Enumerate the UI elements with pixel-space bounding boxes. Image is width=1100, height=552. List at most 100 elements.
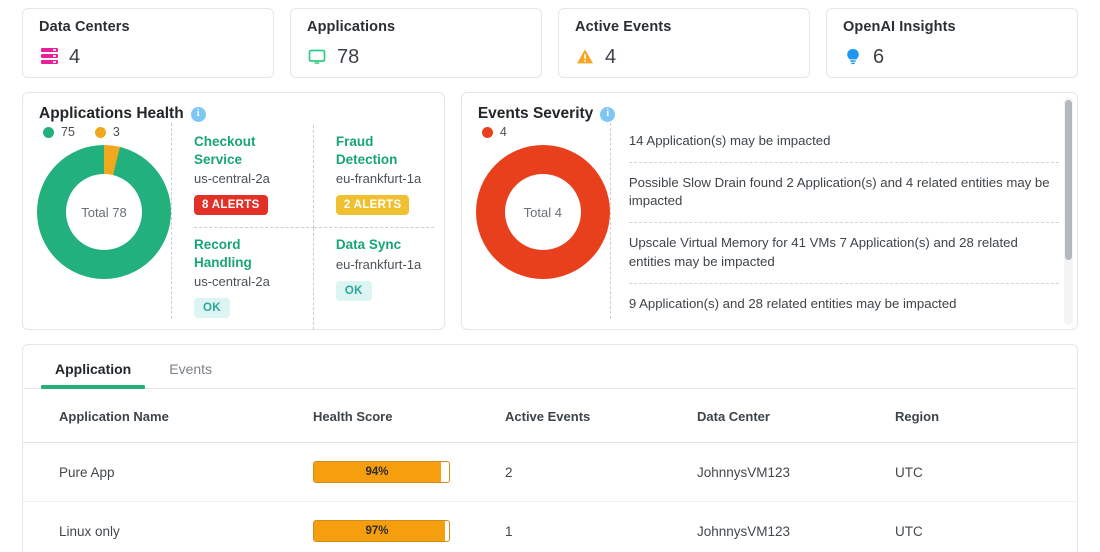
kpi-value-row: 6 [843,47,1061,67]
panel-header: Applications Health i [23,93,444,123]
kpi-card-active-events[interactable]: Active Events 4 [558,8,810,78]
events-severity-donut-col: 4 Total 4 [462,123,611,319]
application-name: Checkout Service [194,134,256,167]
cell-active-events: 2 [505,442,697,502]
kpi-value: 6 [873,45,885,68]
application-table-panel: Application Events Application Name Heal… [22,344,1078,552]
scrollbar-thumb[interactable] [1065,100,1072,260]
application-name: Data Sync [335,237,402,253]
events-severity-panel: Events Severity i 4 Total 4 14 Applicati… [460,92,1078,330]
legend-dot-healthy [43,126,54,138]
insights-list[interactable]: 14 Application(s) may be impacted Possib… [611,123,1077,319]
cell-application-name: Linux only [23,501,313,552]
panel-body: 75 3 Total 78 Checkout Service us-centra… [23,123,444,331]
info-icon[interactable]: i [190,106,206,122]
health-score-bar: 94% [313,461,450,483]
kpi-value: 78 [337,45,360,68]
list-item[interactable]: 14 Application(s) may be impacted [628,123,1059,163]
kpi-value-row: 78 [307,47,525,67]
cell-region: UTC [895,501,1077,552]
panel-body: 4 Total 4 14 Application(s) may be impac… [462,97,1077,325]
column-header-data-center[interactable]: Data Center [697,389,895,443]
panel-title: Events Severity [477,105,594,122]
application-item-record-handling[interactable]: Record Handling us-central-2a OK [194,228,314,331]
donut-legend: 75 3 [37,125,120,139]
applications-table: Application Name Health Score Active Eve… [23,389,1077,552]
list-item[interactable]: Upscale Virtual Memory for 41 VMs 7 Appl… [628,223,1059,284]
cell-data-center: JohnnysVM123 [697,501,895,552]
legend-dot-critical [481,126,493,138]
application-location: us-central-2a [194,274,270,290]
monitor-icon [307,47,327,67]
kpi-card-applications[interactable]: Applications 78 [290,8,542,78]
status-badge: 2 ALERTS [335,195,410,216]
dashboard-page: Data Centers 4 Applications 78 Active Ev… [0,0,1100,552]
cell-application-name: Pure App [23,442,313,502]
cell-health-score: 97% [313,501,505,552]
applications-list: Checkout Service us-central-2a 8 ALERTS … [172,123,444,331]
applications-health-panel: Applications Health i 75 3 Total 78 Chec… [22,92,445,331]
kpi-value-row: 4 [575,47,793,67]
panel-title: Applications Health [39,105,184,122]
application-name: Fraud Detection [335,134,398,167]
legend-dot-warning [94,126,106,138]
panel-header: Events Severity i [462,93,1077,123]
cell-region: UTC [895,442,1077,502]
table-row[interactable]: Linux only 97% 1 JohnnysVM123 UTC [23,501,1077,552]
kpi-value: 4 [69,45,81,68]
cell-data-center: JohnnysVM123 [697,442,895,502]
tab-bar: Application Events [23,345,1077,389]
column-header-region[interactable]: Region [895,389,1077,443]
application-location: eu-frankfurt-1a [335,256,422,272]
kpi-title: Applications [307,19,396,35]
cell-active-events: 1 [505,501,697,552]
cell-health-score: 94% [313,442,505,502]
application-item-data-sync[interactable]: Data Sync eu-frankfurt-1a OK [314,228,434,330]
legend-label: 3 [112,125,120,139]
legend-item: 75 [43,125,75,139]
donut-center-label: Total 78 [66,174,142,250]
status-badge: OK [335,280,372,301]
application-item-fraud-detection[interactable]: Fraud Detection eu-frankfurt-1a 2 ALERTS [313,125,434,229]
applications-health-donut-chart: Total 78 [37,145,171,279]
server-stack-icon [39,47,59,67]
kpi-value-row: 4 [39,47,257,67]
table-row[interactable]: Pure App 94% 2 JohnnysVM123 UTC [23,442,1077,502]
list-item[interactable]: Possible Slow Drain found 2 Application(… [628,163,1059,224]
column-header-active-events[interactable]: Active Events [505,389,697,443]
donut-legend: 4 [476,125,507,139]
application-location: eu-frankfurt-1a [335,171,422,187]
application-name: Record Handling [194,237,252,270]
health-score-value: 97% [365,525,389,537]
column-header-application-name[interactable]: Application Name [23,389,313,443]
applications-health-donut-col: 75 3 Total 78 [23,123,172,319]
table-header-row: Application Name Health Score Active Eve… [23,389,1077,443]
events-severity-donut-chart: Total 4 [475,145,610,279]
kpi-title: Active Events [575,19,672,35]
application-location: us-central-2a [194,171,270,187]
legend-item: 4 [481,125,507,139]
warning-triangle-icon [575,47,595,67]
kpi-title: Data Centers [39,19,130,35]
column-header-health-score[interactable]: Health Score [313,389,505,443]
kpi-value: 4 [605,45,617,68]
tab-application[interactable]: Application [41,361,146,389]
lightbulb-icon [843,47,863,67]
donut-center-label: Total 4 [504,174,581,250]
health-score-bar: 97% [313,520,450,542]
legend-label: 4 [499,125,507,139]
health-score-value: 94% [365,466,389,478]
status-badge: OK [194,298,230,319]
kpi-card-data-centers[interactable]: Data Centers 4 [22,8,274,78]
kpi-title: OpenAI Insights [843,19,956,35]
applications-grid: Checkout Service us-central-2a 8 ALERTS … [194,125,434,331]
kpi-card-openai-insights[interactable]: OpenAI Insights 6 [826,8,1078,78]
tab-events[interactable]: Events [155,361,226,388]
kpi-row: Data Centers 4 Applications 78 Active Ev… [22,8,1078,78]
insights-scrollbar[interactable] [1064,97,1073,325]
list-item[interactable]: 9 Application(s) and 28 related entities… [629,284,1059,319]
application-item-checkout-service[interactable]: Checkout Service us-central-2a 8 ALERTS [194,125,314,229]
info-icon[interactable]: i [600,106,616,122]
legend-item: 3 [94,125,120,139]
status-badge: 8 ALERTS [194,195,268,216]
